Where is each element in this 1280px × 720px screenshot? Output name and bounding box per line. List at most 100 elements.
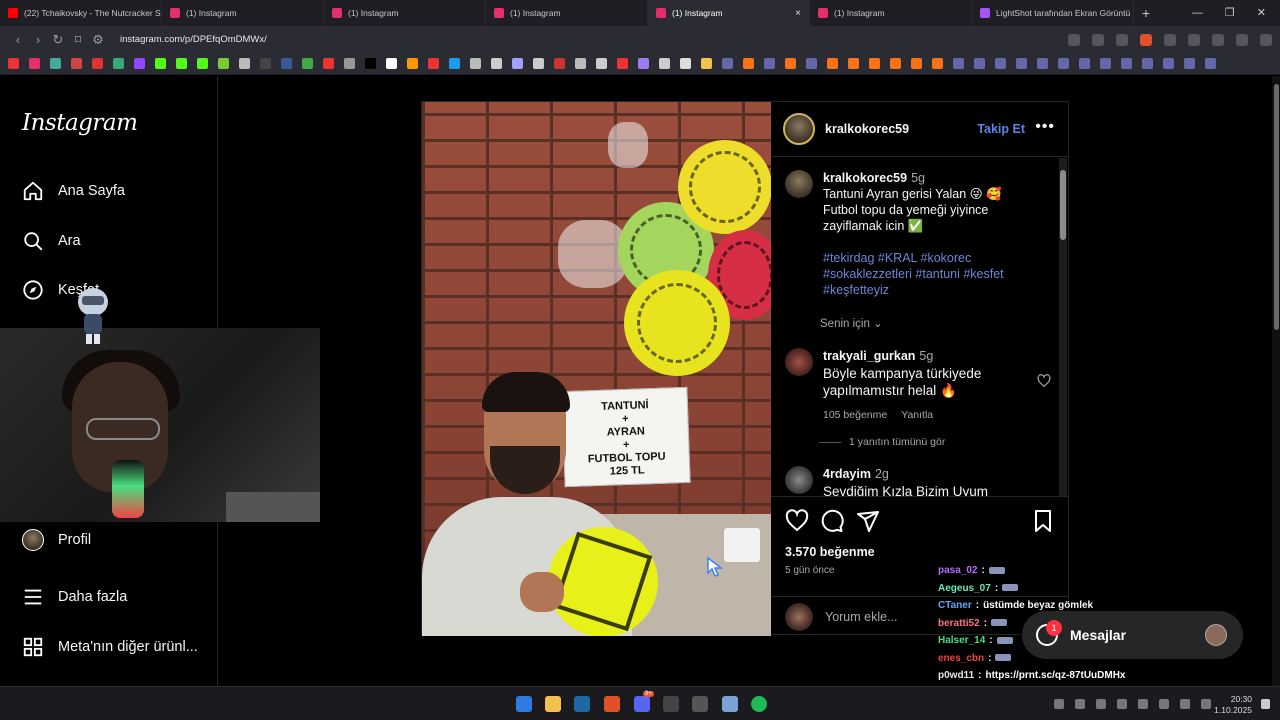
mic-icon[interactable] [1159,699,1169,709]
bookmark-icon[interactable] [386,58,397,69]
bookmark-icon[interactable] [50,58,61,69]
bookmark-icon[interactable] [575,58,586,69]
bookmark-icon[interactable] [302,58,313,69]
comments-scrollbar[interactable] [1059,158,1067,496]
like-count[interactable]: 3.570 beğenme [785,545,875,559]
hashtags[interactable]: #tekirdag #KRAL #kokorec [823,250,1004,266]
bookmark-icon[interactable] [239,58,250,69]
bookmark-icon[interactable] [281,58,292,69]
bookmark-icon[interactable] [491,58,502,69]
file-explorer-icon[interactable] [545,696,561,712]
bookmark-icon[interactable] [29,58,40,69]
browser-tab[interactable]: (22) Tchaikovsky - The Nutcracker Su [0,0,162,26]
share-icon[interactable] [856,509,880,533]
menu-icon[interactable] [1260,33,1272,46]
like-comment-icon[interactable] [1037,374,1051,388]
bookmark-icon[interactable] [932,58,943,69]
reply-button[interactable]: Yanıtla [901,407,933,424]
like-icon[interactable] [785,509,809,533]
browser-tab[interactable]: (1) Instagram [486,0,648,26]
bookmark-icon[interactable] [680,58,691,69]
bookmark-icon[interactable] [113,58,124,69]
bookmark-icon[interactable] [344,58,355,69]
bookmark-icon[interactable] [197,58,208,69]
share-icon[interactable] [1116,33,1128,46]
bookmark-icon[interactable] [890,58,901,69]
bookmark-icon[interactable] [722,58,733,69]
bookmark-icon[interactable] [1100,58,1111,69]
reload-icon[interactable]: ↻ [48,32,68,48]
page-scrollbar[interactable] [1272,76,1280,686]
bookmark-icon[interactable] [176,58,187,69]
comment-icon[interactable] [820,509,844,533]
bookmark-icon[interactable] [1079,58,1090,69]
notification-icon[interactable] [1261,699,1270,709]
bookmark-icon[interactable] [155,58,166,69]
follow-button[interactable]: Takip Et [977,122,1025,136]
bookmark-icon[interactable] [365,58,376,69]
obs-icon[interactable] [692,696,708,712]
clock[interactable]: 20:30 1.10.2025 [1214,694,1252,716]
bookmark-icon[interactable] [92,58,103,69]
app-icon[interactable] [722,696,738,712]
bookmark-icon[interactable] [743,58,754,69]
hashtags[interactable]: #keşfetteyiz [823,282,1004,298]
browser-tab-active[interactable]: (1) Instagram × [648,0,810,26]
bookmark-icon[interactable] [260,58,271,69]
for-you-dropdown[interactable]: Senin için ⌄ [820,316,883,330]
tray-icon[interactable] [1117,699,1127,709]
url-input[interactable]: instagram.com/p/DPEfqOmDMWx/ [120,34,267,45]
save-icon[interactable] [1031,509,1055,533]
close-window-icon[interactable]: ✕ [1257,0,1266,26]
bookmark-icon[interactable] [869,58,880,69]
bookmark-icon[interactable] [848,58,859,69]
bookmark-icon[interactable] [470,58,481,69]
bookmark-icon[interactable] [407,58,418,69]
bookmark-icon[interactable] [764,58,775,69]
network-icon[interactable] [1180,699,1190,709]
forward-icon[interactable]: › [28,32,48,47]
bookmark-icon[interactable] [1184,58,1195,69]
bookmark-icon[interactable] [8,58,19,69]
bookmark-icon[interactable] [617,58,628,69]
bookmark-icon[interactable] [995,58,1006,69]
bookmark-icon[interactable] [974,58,985,69]
bookmark-icon[interactable] [1205,58,1216,69]
tray-icon[interactable] [1075,699,1085,709]
bookmark-icon[interactable] [806,58,817,69]
bookmark-icon[interactable] [554,58,565,69]
bookmark-icon[interactable] [71,58,82,69]
bookmark-icon[interactable] [533,58,544,69]
bookmark-icon[interactable] [1142,58,1153,69]
author-username[interactable]: kralkokorec59 [825,122,909,136]
view-replies-button[interactable]: 1 yanıtın tümünü gör [819,436,945,448]
start-icon[interactable] [516,696,532,712]
bookmark-icon[interactable] [449,58,460,69]
nav-more[interactable]: Daha fazla [22,586,127,608]
media-icon[interactable] [1236,33,1248,46]
comment-likes[interactable]: 105 beğenme [823,407,887,424]
commenter-avatar[interactable] [785,348,813,376]
cast-icon[interactable] [1068,33,1080,46]
tray-icon[interactable] [1054,699,1064,709]
maximize-icon[interactable]: ❐ [1225,0,1235,26]
bookmark-icon[interactable] [1121,58,1132,69]
bookmark-icon[interactable] [1163,58,1174,69]
bookmark-icon[interactable] [323,58,334,69]
bookmark-icon[interactable] [785,58,796,69]
nav-home[interactable]: Ana Sayfa [22,180,125,202]
extension-icon[interactable] [1164,33,1176,46]
nav-search[interactable]: Ara [22,230,81,252]
comment-username[interactable]: 4rdayim [823,467,871,481]
browser-tab[interactable]: (1) Instagram [162,0,324,26]
bookmark-icon[interactable] [512,58,523,69]
tray-icon[interactable] [1096,699,1106,709]
discord-icon[interactable] [634,696,650,712]
browser-tab[interactable]: LightShot tarafından Ekran Görüntü [972,0,1134,26]
extensions-icon[interactable] [1188,33,1200,46]
site-settings-icon[interactable]: ⚙ [88,32,108,48]
brave-icon[interactable] [604,696,620,712]
bookmark-icon[interactable] [659,58,670,69]
caption-username[interactable]: kralkokorec59 [823,171,907,185]
back-icon[interactable]: ‹ [8,32,28,47]
